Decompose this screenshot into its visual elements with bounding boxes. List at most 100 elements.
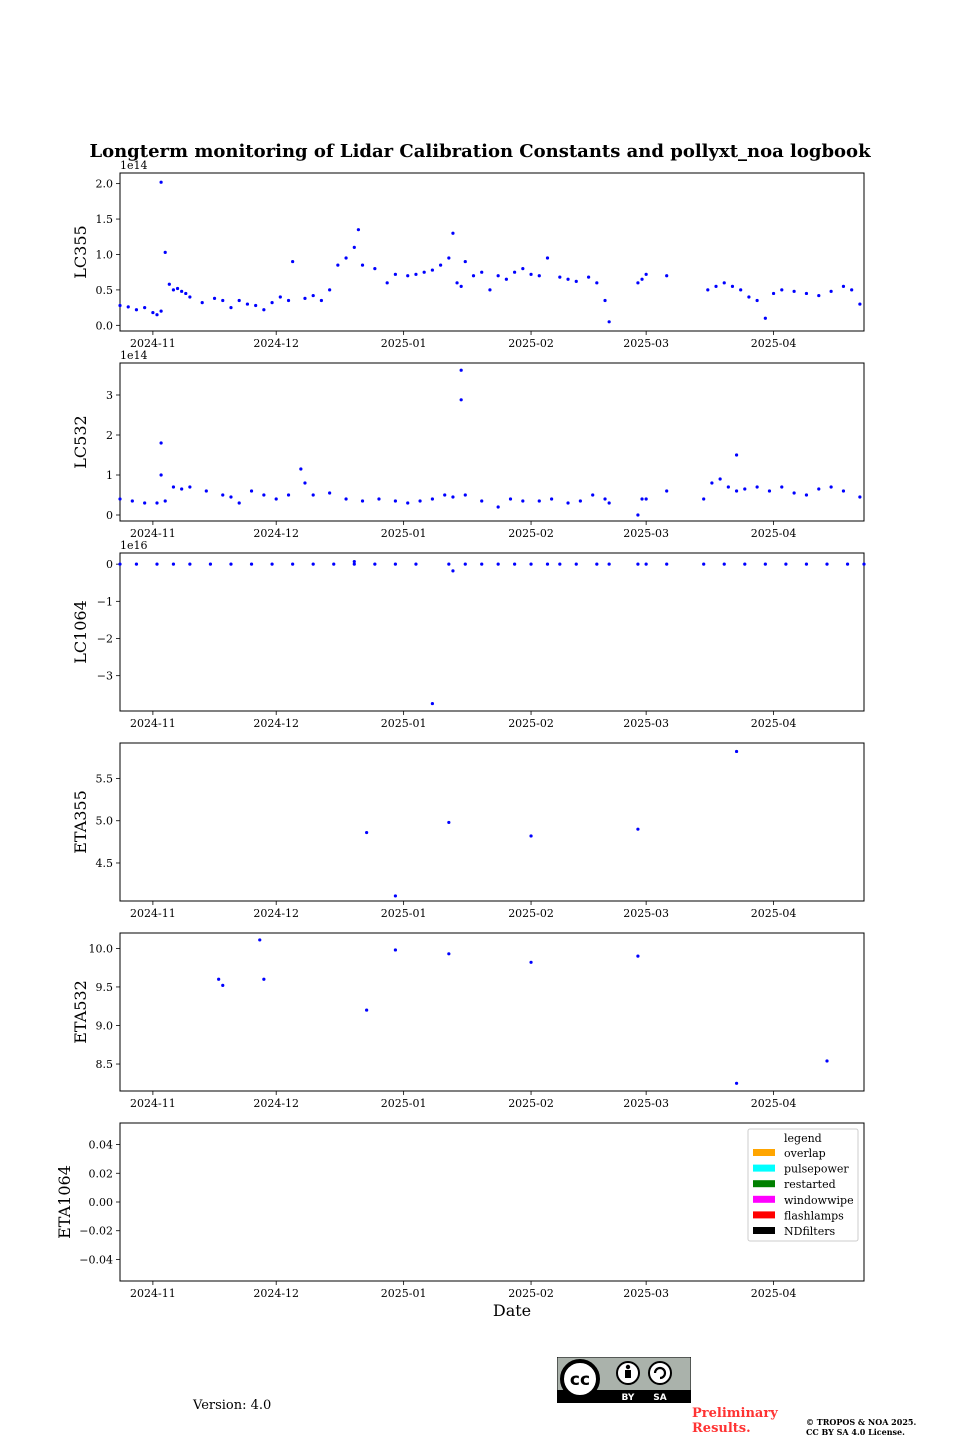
data-point [155, 313, 159, 317]
x-tick-label: 2025-02 [508, 1097, 554, 1110]
data-point [393, 948, 398, 952]
legend-swatch-restarted [753, 1180, 775, 1188]
data-point [311, 562, 315, 566]
data-point [184, 291, 188, 296]
data-point [636, 562, 640, 566]
data-point [529, 960, 533, 964]
data-point [529, 272, 533, 276]
legend-label-flashlamps: flashlamps [784, 1209, 844, 1222]
data-point [270, 562, 274, 566]
data-point [603, 497, 607, 501]
data-point [311, 493, 315, 497]
data-point [171, 562, 176, 566]
data-point [574, 562, 578, 566]
legend-swatch-pulsepower [753, 1164, 775, 1172]
data-point [217, 977, 221, 981]
data-point [726, 485, 730, 489]
legend-swatch-NDfilters [753, 1227, 775, 1234]
data-point [291, 562, 295, 566]
x-tick-label: 2024-12 [253, 907, 299, 920]
data-point [393, 499, 398, 503]
data-point [636, 281, 640, 285]
data-point [574, 279, 578, 284]
legend-label-windowwipe: windowwipe [784, 1194, 854, 1207]
data-point [767, 489, 772, 493]
data-point [739, 288, 743, 292]
legend-label-NDfilters: NDfilters [784, 1225, 835, 1238]
data-point [636, 954, 640, 958]
data-point [208, 562, 213, 566]
data-point [480, 270, 484, 274]
cc-text: cc [570, 1370, 590, 1390]
data-point [134, 308, 139, 312]
data-point [229, 306, 233, 310]
data-point [262, 308, 266, 312]
data-point [537, 274, 541, 278]
data-point [328, 288, 332, 292]
data-point [155, 562, 159, 566]
preliminary-line1: Preliminary [692, 1406, 778, 1421]
y-tick-label: 5.0 [96, 815, 114, 828]
data-point [471, 274, 476, 278]
y-tick-label: 1.0 [96, 248, 114, 261]
data-point [414, 562, 418, 566]
data-point [212, 296, 217, 301]
legend-swatch-overlap [753, 1149, 775, 1156]
calibration-charts: 2024-11 2024-12 2025-01 2025-02 2025-03 2025-… [55, 159, 866, 1320]
data-point [607, 562, 611, 566]
data-point [743, 487, 747, 491]
y-tick-label: 0.0 [96, 319, 114, 332]
data-point [274, 497, 278, 501]
data-point [163, 499, 167, 503]
data-point [665, 562, 669, 566]
data-point [430, 701, 434, 706]
plot-frame-ETA355 [119, 742, 865, 902]
by-text: BY [622, 1393, 635, 1403]
data-point [270, 301, 274, 305]
data-point [595, 562, 599, 566]
x-tick-label: 2024-11 [130, 1097, 176, 1110]
x-tick-label: 2025-04 [751, 527, 797, 540]
x-tick-label: 2025-01 [381, 527, 427, 540]
data-point [451, 569, 455, 573]
y-tick-label: 9.5 [96, 981, 114, 994]
data-point [447, 562, 451, 566]
data-point [763, 316, 767, 320]
x-tick-label: 2025-02 [508, 907, 554, 920]
data-point [850, 288, 854, 292]
data-point [747, 295, 751, 299]
copyright-line1: © TROPOS & NOA 2025. [806, 1417, 917, 1427]
data-point [159, 441, 163, 445]
data-point [159, 473, 163, 477]
data-point [451, 495, 455, 499]
data-point [439, 263, 443, 267]
data-point [159, 180, 163, 184]
data-point [180, 487, 184, 491]
legend-label-restarted: restarted [784, 1178, 836, 1191]
data-point [406, 274, 410, 278]
data-point [702, 562, 706, 566]
data-point [365, 1008, 369, 1012]
data-point [513, 270, 517, 274]
data-point [373, 562, 377, 566]
data-point [730, 284, 735, 288]
data-point [311, 293, 315, 298]
preliminary-results-note: Preliminary Results. [692, 1406, 778, 1436]
data-point [513, 562, 517, 566]
data-point [299, 467, 303, 471]
y-axis-label: ETA355 [71, 790, 90, 854]
version-label: Version: 4.0 [193, 1398, 272, 1413]
data-point [743, 562, 747, 566]
x-tick-label: 2024-12 [253, 1097, 299, 1110]
data-point [665, 274, 669, 278]
data-point [706, 288, 710, 292]
data-point [792, 289, 796, 293]
data-point [360, 263, 365, 267]
data-point [784, 562, 788, 566]
data-point [393, 562, 398, 566]
data-point [130, 499, 134, 503]
y-tick-label: −0.02 [79, 1225, 113, 1238]
y-tick-label: 4.5 [96, 857, 114, 870]
data-point [134, 562, 139, 566]
y-axis-exponent: 1e16 [120, 539, 148, 552]
